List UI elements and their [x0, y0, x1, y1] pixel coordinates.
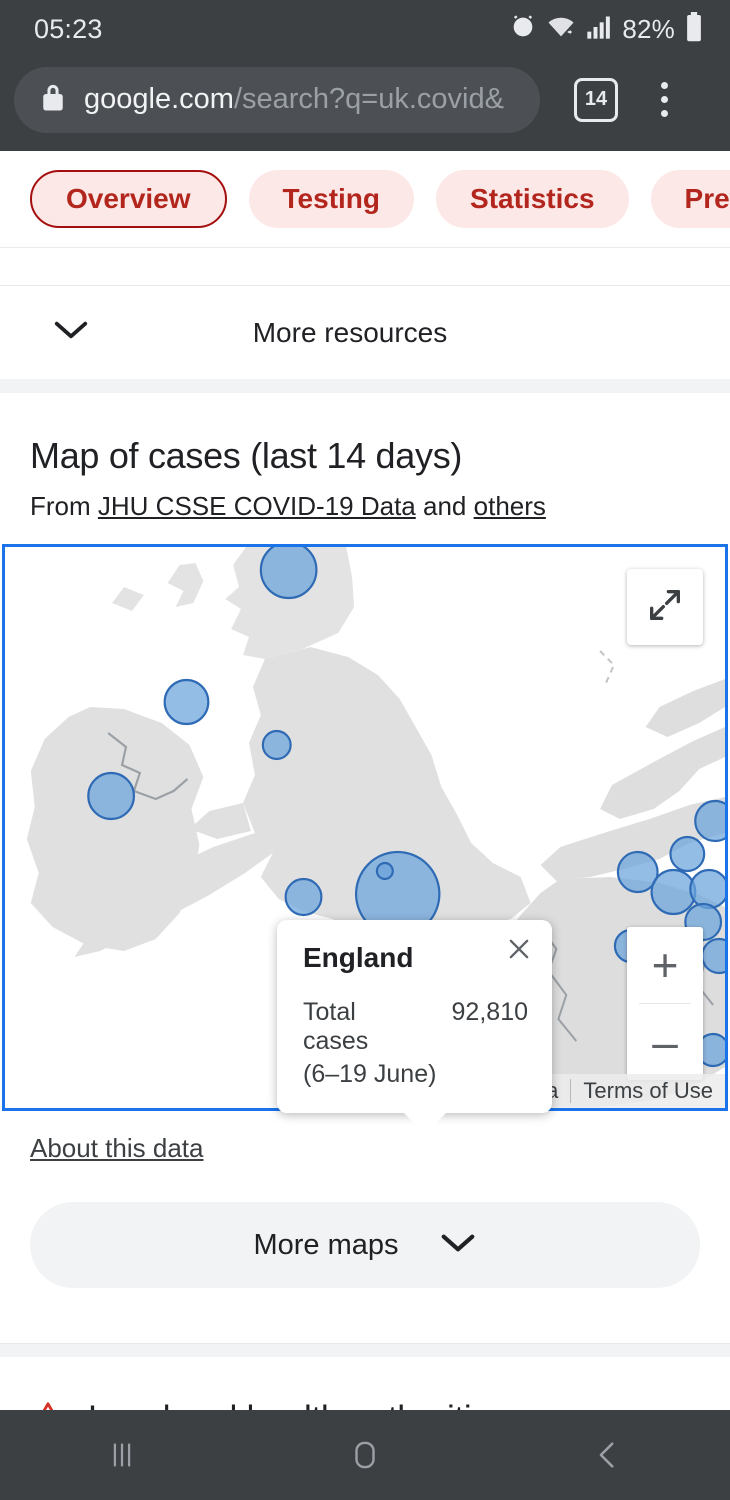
- android-nav-bar[interactable]: [0, 1410, 730, 1500]
- kebab-menu-icon[interactable]: [642, 75, 686, 125]
- lock-icon: [40, 82, 66, 117]
- back-icon[interactable]: [548, 1410, 668, 1500]
- case-bubble[interactable]: [694, 799, 725, 843]
- tab-prevention[interactable]: Prevention: [650, 170, 730, 228]
- zoom-in-button[interactable]: +: [627, 927, 703, 1003]
- terms-of-use-link[interactable]: Terms of Use: [571, 1078, 725, 1104]
- topic-tab-bar[interactable]: Overview Testing Statistics Prevention: [0, 151, 730, 248]
- section-band: [0, 1344, 730, 1357]
- map-zoom-controls[interactable]: + –: [627, 927, 703, 1080]
- more-maps-label: More maps: [253, 1228, 399, 1261]
- status-bar: 05:23 82%: [0, 0, 730, 58]
- url-text: google.com/search?q=uk.covid&: [84, 83, 504, 116]
- case-bubble[interactable]: [284, 877, 323, 917]
- page-title: Map of cases (last 14 days): [30, 435, 463, 476]
- url-host: google.com: [84, 83, 234, 115]
- more-maps-button[interactable]: More maps: [30, 1202, 700, 1288]
- battery-icon: [684, 11, 704, 47]
- home-icon[interactable]: [305, 1410, 425, 1500]
- more-resources-label: More resources: [252, 316, 448, 348]
- page-content: More resources Map of cases (last 14 day…: [0, 248, 730, 1440]
- case-bubble[interactable]: [650, 868, 697, 916]
- case-bubble[interactable]: [259, 547, 318, 600]
- source-prefix: From: [30, 491, 91, 521]
- tab-overview[interactable]: Overview: [30, 170, 227, 228]
- section-band: [0, 379, 730, 393]
- case-bubble[interactable]: [163, 678, 210, 726]
- popup-metric-row: Total cases 92,810: [303, 998, 528, 1056]
- recents-icon[interactable]: [62, 1410, 182, 1500]
- popup-title: England: [303, 942, 414, 973]
- case-bubble[interactable]: [669, 835, 706, 873]
- popup-metric-label: Total cases: [303, 998, 369, 1055]
- wifi-icon: [546, 14, 576, 45]
- about-this-data-link[interactable]: About this data: [0, 1111, 203, 1164]
- source-link-jhu[interactable]: JHU CSSE COVID-19 Data: [98, 491, 416, 521]
- signal-icon: [585, 14, 613, 45]
- case-bubble[interactable]: [87, 771, 136, 821]
- tab-count-button[interactable]: 14: [574, 77, 618, 122]
- zoom-out-button[interactable]: –: [627, 1004, 703, 1080]
- kebab-dot: [660, 82, 668, 89]
- url-input[interactable]: google.com/search?q=uk.covid&: [14, 66, 540, 133]
- source-mid: and: [423, 491, 467, 521]
- popup-pointer: [402, 1111, 448, 1134]
- browser-toolbar: google.com/search?q=uk.covid& 14: [0, 58, 730, 151]
- more-resources-button[interactable]: More resources: [0, 286, 730, 379]
- case-bubble[interactable]: [375, 861, 394, 881]
- kebab-dot: [660, 110, 668, 117]
- kebab-dot: [660, 96, 668, 103]
- status-icons: 82%: [509, 11, 704, 47]
- status-time: 05:23: [34, 13, 103, 44]
- tab-statistics[interactable]: Statistics: [436, 170, 629, 228]
- expand-arrows-icon: [645, 585, 685, 630]
- chevron-down-icon: [439, 1231, 477, 1260]
- url-path: /search?q=uk.covid&: [233, 83, 504, 115]
- popup-date-range: (6–19 June): [303, 1060, 437, 1088]
- alarm-icon: [509, 13, 537, 46]
- case-bubble[interactable]: [689, 868, 725, 910]
- case-bubble[interactable]: [261, 729, 292, 761]
- map-source-line: From JHU CSSE COVID-19 Data and others: [0, 477, 730, 544]
- popup-metric-value: 92,810: [451, 998, 528, 1026]
- close-icon[interactable]: [502, 932, 536, 966]
- map-info-popup[interactable]: England Total cases 92,810 (6–19 June): [277, 920, 552, 1134]
- battery-percentage: 82%: [622, 13, 675, 44]
- tab-testing[interactable]: Testing: [248, 170, 415, 228]
- source-link-others[interactable]: others: [474, 491, 546, 521]
- case-bubble[interactable]: [701, 937, 725, 975]
- expand-map-button[interactable]: [627, 569, 703, 645]
- clipped-text-row: [0, 248, 730, 285]
- chevron-down-icon: [52, 318, 90, 347]
